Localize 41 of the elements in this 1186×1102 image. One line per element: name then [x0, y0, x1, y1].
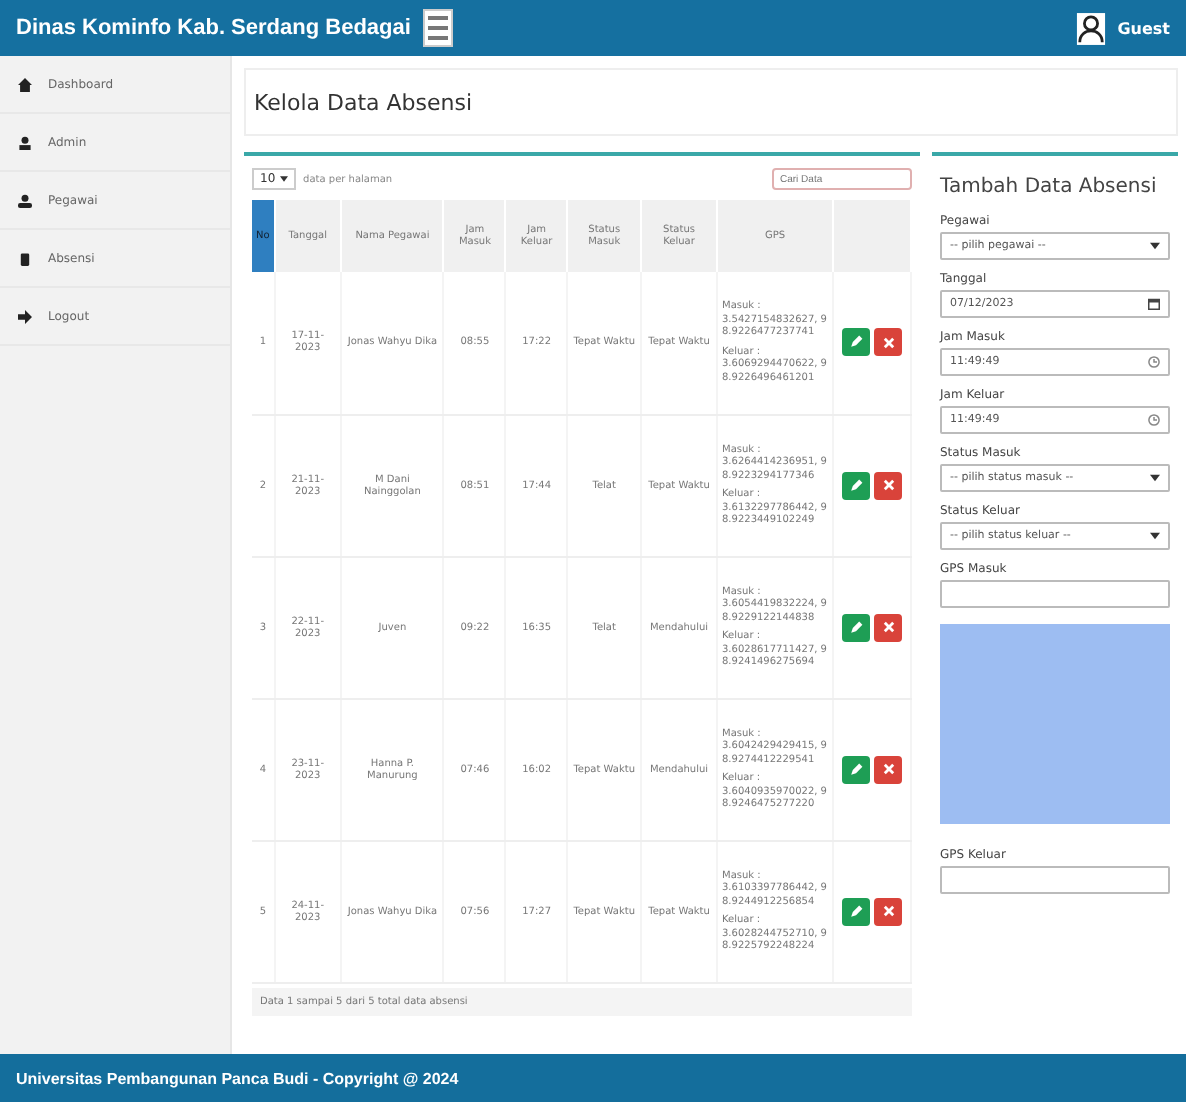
- caret-icon: [1150, 242, 1160, 250]
- menu-icon[interactable]: [422, 8, 455, 48]
- edit-button[interactable]: [842, 471, 870, 499]
- edit-button[interactable]: [842, 613, 870, 641]
- copyright-text: Universitas Pembangunan Panca Budi - Copyright @ 2024: [16, 1069, 459, 1087]
- caret-icon: [1150, 532, 1160, 540]
- form-title: Tambah Data Absensi: [940, 176, 1159, 198]
- edit-button[interactable]: [842, 328, 870, 357]
- close-icon: [881, 620, 895, 634]
- edit-button[interactable]: [842, 897, 870, 925]
- user-icon: [18, 135, 32, 149]
- delete-button[interactable]: [874, 755, 902, 783]
- delete-button[interactable]: [874, 328, 902, 357]
- delete-button[interactable]: [874, 471, 902, 499]
- user-icon[interactable]: [1075, 11, 1106, 45]
- clock-icon: [1148, 414, 1160, 426]
- edit-button[interactable]: [842, 755, 870, 783]
- delete-button[interactable]: [874, 613, 902, 641]
- close-icon: [881, 478, 895, 492]
- edit-icon: [848, 619, 864, 635]
- edit-icon: [848, 477, 864, 493]
- users-icon: [18, 193, 32, 207]
- delete-button[interactable]: [874, 897, 902, 925]
- input-field[interactable]: [940, 866, 1170, 894]
- edit-icon: [848, 334, 864, 351]
- logout-icon: [18, 309, 32, 323]
- close-icon: [881, 762, 895, 776]
- clock-icon: [1148, 356, 1160, 368]
- home-icon: [18, 77, 32, 91]
- clipboard-icon: [18, 251, 32, 265]
- input-field[interactable]: [940, 580, 1170, 608]
- page-title: Kelola Data Absensi: [254, 89, 473, 115]
- close-icon: [881, 335, 895, 350]
- close-icon: [881, 904, 895, 918]
- calendar-icon: [1148, 298, 1160, 310]
- caret-icon: [279, 176, 288, 182]
- user-name[interactable]: Guest: [1117, 19, 1170, 37]
- edit-icon: [848, 761, 864, 777]
- site-title: Dinas Kominfo Kab. Serdang Bedagai: [16, 16, 411, 40]
- caret-icon: [1150, 474, 1160, 482]
- edit-icon: [848, 903, 864, 919]
